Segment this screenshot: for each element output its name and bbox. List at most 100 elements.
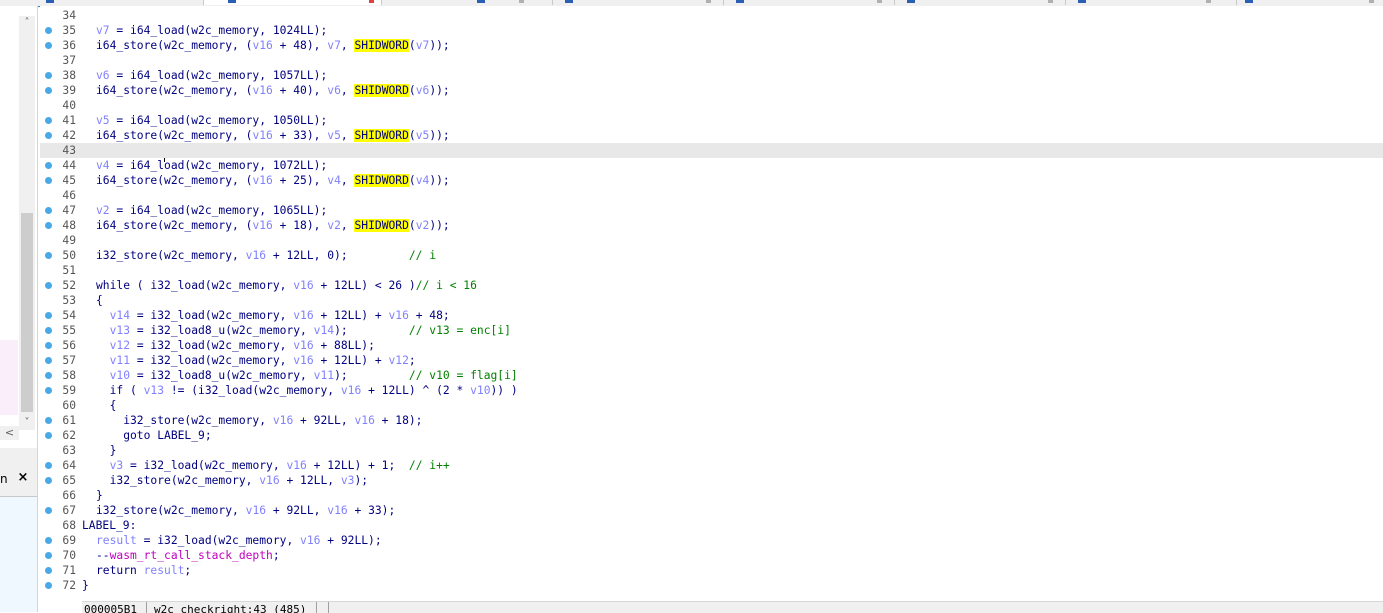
breakpoint-marker-icon[interactable] — [45, 87, 52, 94]
code-line[interactable]: 66} — [40, 488, 1383, 503]
code-token: = i64_load(w2c_memory, 1024LL); — [109, 24, 328, 37]
code-comment: // v13 = enc[i] — [408, 324, 511, 337]
breakpoint-marker-icon[interactable] — [45, 117, 52, 124]
scrollbar-thumb[interactable] — [21, 213, 33, 412]
code-line[interactable]: 52 while ( i32_load(w2c_memory, v16 + 12L… — [40, 278, 1383, 293]
code-line[interactable]: 35 v7 = i64_load(w2c_memory, 1024LL); — [40, 23, 1383, 38]
breakpoint-marker-icon[interactable] — [45, 177, 52, 184]
vertical-scrollbar[interactable]: ˄ ˅ — [19, 16, 35, 430]
line-number: 53 — [62, 294, 76, 307]
breakpoint-marker-icon[interactable] — [45, 252, 52, 259]
code-line[interactable]: 54 v14 = i32_load(w2c_memory, v16 + 12LL… — [40, 308, 1383, 323]
breakpoint-marker-icon[interactable] — [45, 27, 52, 34]
code-line[interactable]: 55 v13 = i32_load8_u(w2c_memory, v14); /… — [40, 323, 1383, 338]
breakpoint-marker-icon[interactable] — [45, 537, 52, 544]
breakpoint-marker-icon[interactable] — [45, 372, 52, 379]
close-icon[interactable]: × — [16, 471, 30, 485]
breakpoint-marker-icon[interactable] — [45, 162, 52, 169]
code-line[interactable]: 62 goto LABEL_9; — [40, 428, 1383, 443]
tab[interactable] — [553, 0, 724, 5]
code-line[interactable]: 68 LABEL_9: — [40, 518, 1383, 533]
line-number: 46 — [62, 189, 76, 202]
breakpoint-marker-icon[interactable] — [45, 327, 52, 334]
breakpoint-marker-icon[interactable] — [45, 207, 52, 214]
scroll-left-arrow-icon[interactable]: < — [0, 426, 19, 440]
code-line[interactable]: 64 v3 = i32_load(w2c_memory, v16 + 12LL)… — [40, 458, 1383, 473]
tab[interactable] — [40, 0, 204, 5]
breakpoint-marker-icon[interactable] — [45, 462, 52, 469]
tab[interactable] — [895, 0, 1066, 5]
breakpoint-marker-icon[interactable] — [45, 582, 52, 589]
code-text: i64_store(w2c_memory, (v16 + 33), v5, SH… — [96, 128, 450, 143]
code-line[interactable]: 45 i64_store(w2c_memory, (v16 + 25), v4, … — [40, 173, 1383, 188]
breakpoint-marker-icon[interactable] — [45, 387, 52, 394]
code-text: v2 = i64_load(w2c_memory, 1065LL); — [96, 203, 327, 218]
code-line[interactable]: 51 — [40, 263, 1383, 278]
code-line[interactable]: 37 — [40, 53, 1383, 68]
code-line[interactable]: 43 — [40, 143, 1383, 158]
code-line[interactable]: 70 --wasm_rt_call_stack_depth; — [40, 548, 1383, 563]
code-line[interactable]: 65 i32_store(w2c_memory, v16 + 12LL, v3)… — [40, 473, 1383, 488]
breakpoint-marker-icon[interactable] — [45, 417, 52, 424]
breakpoint-marker-icon[interactable] — [45, 72, 52, 79]
secondary-panel-title: n — [0, 472, 8, 486]
breakpoint-marker-icon[interactable] — [45, 282, 52, 289]
scroll-up-arrow-icon[interactable]: ˄ — [19, 16, 35, 30]
close-icon[interactable] — [706, 0, 711, 3]
code-line[interactable]: 41 v5 = i64_load(w2c_memory, 1050LL); — [40, 113, 1383, 128]
code-line[interactable]: 48 i64_store(w2c_memory, (v16 + 18), v2, … — [40, 218, 1383, 233]
close-icon[interactable] — [1048, 0, 1053, 3]
tab[interactable] — [724, 0, 895, 5]
line-number: 62 — [62, 429, 76, 442]
tab[interactable] — [382, 0, 553, 5]
code-line[interactable]: 61 i32_store(w2c_memory, v16 + 92LL, v16… — [40, 413, 1383, 428]
code-line[interactable]: 72} — [40, 578, 1383, 593]
tab[interactable] — [1066, 0, 1237, 5]
breakpoint-marker-icon[interactable] — [45, 222, 52, 229]
line-number: 40 — [62, 99, 76, 112]
code-line[interactable]: 34 — [40, 8, 1383, 23]
code-line[interactable]: 53 { — [40, 293, 1383, 308]
close-icon[interactable] — [1369, 0, 1374, 3]
close-icon[interactable] — [1206, 0, 1211, 3]
scroll-down-arrow-icon[interactable]: ˅ — [19, 416, 35, 430]
code-line[interactable]: 67 i32_store(w2c_memory, v16 + 92LL, v16 … — [40, 503, 1383, 518]
tab[interactable] — [1237, 0, 1383, 5]
code-line[interactable]: 49 — [40, 233, 1383, 248]
code-line[interactable]: 59 if ( v13 != (i32_load(w2c_memory, v16… — [40, 383, 1383, 398]
code-line[interactable]: 42 i64_store(w2c_memory, (v16 + 33), v5, … — [40, 128, 1383, 143]
code-line[interactable]: 50 i32_store(w2c_memory, v16 + 12LL, 0); … — [40, 248, 1383, 263]
code-line[interactable]: 44 v4 = i64_load(w2c_memory, 1072LL); — [40, 158, 1383, 173]
code-line[interactable]: 38 v6 = i64_load(w2c_memory, 1057LL); — [40, 68, 1383, 83]
breakpoint-marker-icon[interactable] — [45, 552, 52, 559]
code-line[interactable]: 56 v12 = i32_load(w2c_memory, v16 + 88LL… — [40, 338, 1383, 353]
breakpoint-marker-icon[interactable] — [45, 357, 52, 364]
code-line[interactable]: 40 — [40, 98, 1383, 113]
close-icon[interactable] — [877, 0, 882, 3]
code-line[interactable]: 71 return result; — [40, 563, 1383, 578]
close-icon[interactable] — [519, 0, 524, 3]
breakpoint-marker-icon[interactable] — [45, 42, 52, 49]
breakpoint-marker-icon[interactable] — [45, 567, 52, 574]
code-text: while ( i32_load(w2c_memory, v16 + 12LL)… — [96, 278, 477, 293]
code-line[interactable]: 69 result = i32_load(w2c_memory, v16 + 92… — [40, 533, 1383, 548]
code-token: = i32_load8_u(w2c_memory, — [130, 369, 314, 382]
code-line[interactable]: 46 — [40, 188, 1383, 203]
code-line[interactable]: 47 v2 = i64_load(w2c_memory, 1065LL); — [40, 203, 1383, 218]
pseudocode-view[interactable]: 34 35 v7 = i64_load(w2c_memory, 1024LL); 36… — [40, 6, 1383, 601]
code-line[interactable]: 36 i64_store(w2c_memory, (v16 + 48), v7, … — [40, 38, 1383, 53]
code-token: v7 — [96, 24, 110, 37]
code-line[interactable]: 60 { — [40, 398, 1383, 413]
code-line[interactable]: 39 i64_store(w2c_memory, (v16 + 40), v6, … — [40, 83, 1383, 98]
breakpoint-marker-icon[interactable] — [45, 342, 52, 349]
breakpoint-marker-icon[interactable] — [45, 432, 52, 439]
breakpoint-marker-icon[interactable] — [45, 312, 52, 319]
code-line[interactable]: 63 } — [40, 443, 1383, 458]
code-line[interactable]: 58 v10 = i32_load8_u(w2c_memory, v11); /… — [40, 368, 1383, 383]
breakpoint-marker-icon[interactable] — [45, 477, 52, 484]
code-line[interactable]: 57 v11 = i32_load(w2c_memory, v16 + 12LL… — [40, 353, 1383, 368]
close-icon[interactable] — [369, 0, 374, 3]
tab-active[interactable] — [204, 0, 382, 5]
breakpoint-marker-icon[interactable] — [45, 507, 52, 514]
breakpoint-marker-icon[interactable] — [45, 132, 52, 139]
